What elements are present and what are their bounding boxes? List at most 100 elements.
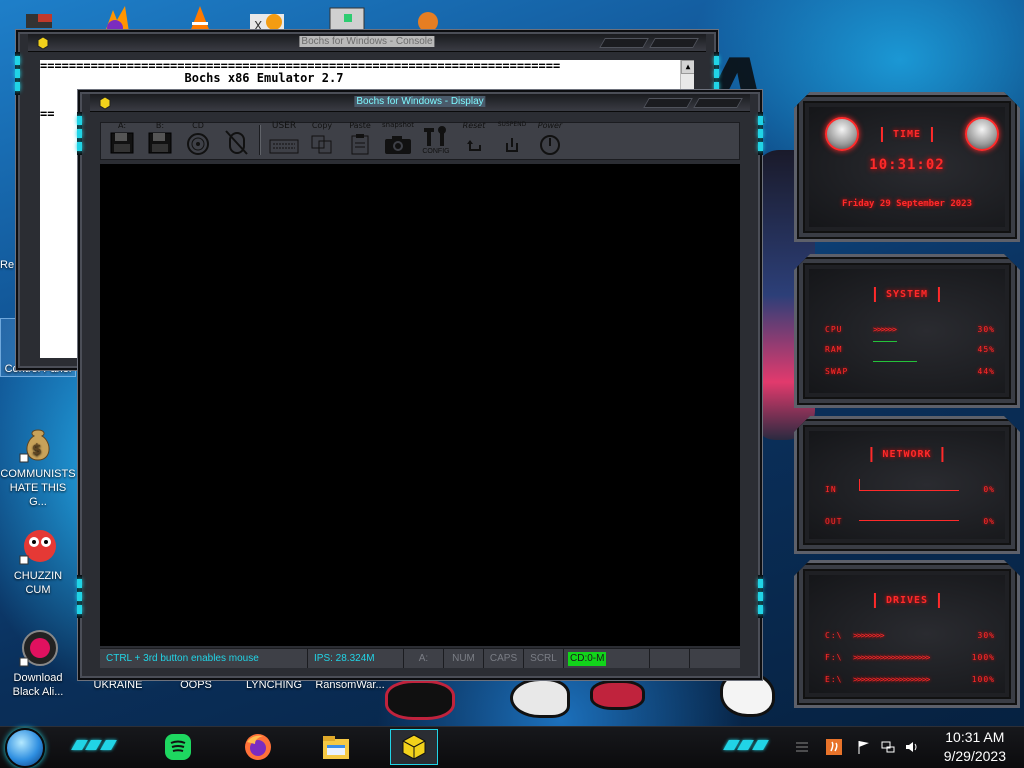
tray-gadget-icon[interactable] — [794, 739, 810, 755]
drive-bar: >>>>>>>> — [853, 631, 885, 640]
floppy-b-button[interactable]: B: — [143, 121, 177, 155]
status-mouse-hint: CTRL + 3rd button enables mouse — [100, 649, 308, 668]
gadget-clock: 10:31:02 — [869, 157, 945, 173]
firefox-icon — [245, 734, 271, 760]
keyboard-icon — [269, 139, 299, 154]
status-scrl: SCRL — [524, 649, 564, 668]
network-row-out: OUT 0% — [825, 517, 995, 531]
spotify-icon — [165, 734, 191, 760]
taskbar-app-spotify[interactable] — [158, 729, 198, 765]
row-value: 100% — [971, 653, 995, 662]
desktop-icon-black-alien[interactable]: Download Black Ali... — [0, 628, 76, 699]
minimize-button[interactable] — [643, 98, 693, 108]
system-row-swap: SWAP 44% — [825, 361, 995, 381]
money-bag-icon: $ — [16, 424, 60, 464]
button-label: CD — [192, 121, 204, 130]
volume-icon[interactable] — [904, 739, 920, 755]
cdrom-button[interactable]: CD — [181, 121, 215, 155]
chuzzle-icon — [16, 526, 60, 566]
row-value: 30% — [977, 325, 995, 334]
clock-date: 9/29/2023 — [943, 748, 1006, 764]
taskbar-app-bochs[interactable] — [390, 729, 438, 765]
title-bar[interactable]: Bochs for Windows - Console — [28, 34, 706, 52]
suspend-icon — [506, 138, 518, 152]
row-value: 100% — [971, 675, 995, 684]
desktop-icon-oops[interactable]: OOPS — [158, 678, 234, 692]
bochs-toolbar: A: B: CD USER Copy Paste snapshot CONFIG… — [100, 121, 740, 160]
system-gadget[interactable]: SYSTEM CPU >>>>>> 30% RAM 45% SWAP 44% — [794, 254, 1020, 408]
bochs-icon — [402, 734, 426, 760]
row-value: 30% — [977, 631, 995, 640]
close-button[interactable] — [649, 38, 699, 48]
file-explorer-icon — [323, 736, 349, 759]
system-row-cpu: CPU >>>>>> 30% — [825, 325, 995, 339]
button-label: A: — [117, 121, 127, 130]
button-label: snapshot — [382, 121, 414, 129]
snapshot-button[interactable]: snapshot — [381, 121, 415, 155]
drive-bar: >>>>>>>>>>>>>>>>>>>> — [853, 675, 930, 684]
close-button[interactable] — [693, 98, 743, 108]
net-in-graph — [859, 479, 959, 491]
gadget-title: NETWORK — [870, 447, 944, 462]
copy-button[interactable]: Copy — [305, 121, 339, 155]
desktop-icon-label: LYNCHING — [245, 679, 303, 691]
start-button[interactable] — [5, 728, 45, 768]
floppy-icon — [110, 132, 134, 154]
power-button[interactable]: Power — [533, 121, 567, 155]
title-bar[interactable]: Bochs for Windows - Display — [90, 94, 750, 112]
clock-time: 10:31 AM — [945, 729, 1005, 745]
network-icon[interactable] — [880, 739, 896, 755]
time-gadget[interactable]: TIME 10:31:02 Friday 29 September 2023 — [794, 92, 1020, 242]
scroll-up-button[interactable]: ▲ — [681, 60, 694, 74]
network-gadget[interactable]: NETWORK IN 0% OUT 0% — [794, 416, 1020, 554]
paste-button[interactable]: Paste — [343, 121, 377, 155]
button-label: Reset — [462, 121, 486, 130]
frame-accent — [77, 112, 82, 155]
suspend-button[interactable]: SUSPEND — [495, 121, 529, 155]
cd-icon — [187, 133, 209, 155]
taskbar-accent — [723, 740, 769, 750]
desktop-icon-communists[interactable]: $ COMMUNISTS HATE THIS G... — [0, 424, 76, 509]
bochs-icon — [99, 96, 111, 110]
drives-gadget[interactable]: DRIVES C:\ >>>>>>>> 30% F:\ >>>>>>>>>>>>… — [794, 560, 1020, 708]
floppy-icon — [148, 132, 172, 154]
gadget-title: DRIVES — [873, 593, 941, 608]
desktop-icon-ukraine[interactable]: UKRAINE — [80, 678, 156, 692]
alien-orb-icon — [16, 628, 60, 668]
reset-icon — [467, 140, 481, 151]
row-value: 44% — [977, 367, 995, 376]
status-num: NUM — [444, 649, 484, 668]
frame-accent — [758, 112, 763, 155]
config-button[interactable]: CONFIG — [419, 121, 453, 155]
camera-icon — [385, 136, 411, 154]
taskbar-app-file-explorer[interactable] — [316, 729, 356, 765]
floppy-a-button[interactable]: A: — [105, 121, 139, 155]
desktop-icon-lynching[interactable]: LYNCHING — [236, 678, 312, 692]
row-value: 0% — [983, 485, 995, 494]
taskbar-clock[interactable]: 10:31 AM 9/29/2023 — [944, 728, 1006, 766]
emulator-screen[interactable] — [100, 164, 740, 646]
mouse-toggle-button[interactable] — [219, 121, 253, 155]
button-label: B: — [155, 121, 165, 130]
desktop-icon-label: CHUZZIN CUM — [13, 570, 63, 596]
flag-icon[interactable] — [856, 739, 872, 755]
desktop-icon-ransomware[interactable]: RansomWar... — [312, 678, 388, 692]
gadget-date: Friday 29 September 2023 — [841, 199, 973, 209]
reset-button[interactable]: Reset — [457, 121, 491, 155]
alien-head-icon — [825, 117, 859, 151]
status-cd: CD:0-M — [568, 651, 607, 666]
button-label: Paste — [349, 121, 371, 130]
cpu-bar: >>>>>> — [873, 325, 897, 334]
frame-accent — [15, 52, 20, 95]
bochs-display-window[interactable]: Bochs for Windows - Display A: B: CD USE… — [77, 90, 763, 680]
row-label: SWAP — [825, 367, 849, 376]
user-button[interactable]: USER — [267, 121, 301, 155]
minimize-button[interactable] — [599, 38, 649, 48]
copy-icon — [311, 135, 332, 154]
java-update-icon[interactable] — [826, 739, 842, 755]
button-label: SUSPEND — [497, 121, 527, 128]
config-icon — [424, 126, 446, 146]
taskbar-app-firefox[interactable] — [238, 729, 278, 765]
desktop-icon-chuzzin[interactable]: CHUZZIN CUM — [0, 526, 76, 597]
row-label: F:\ — [825, 653, 843, 662]
